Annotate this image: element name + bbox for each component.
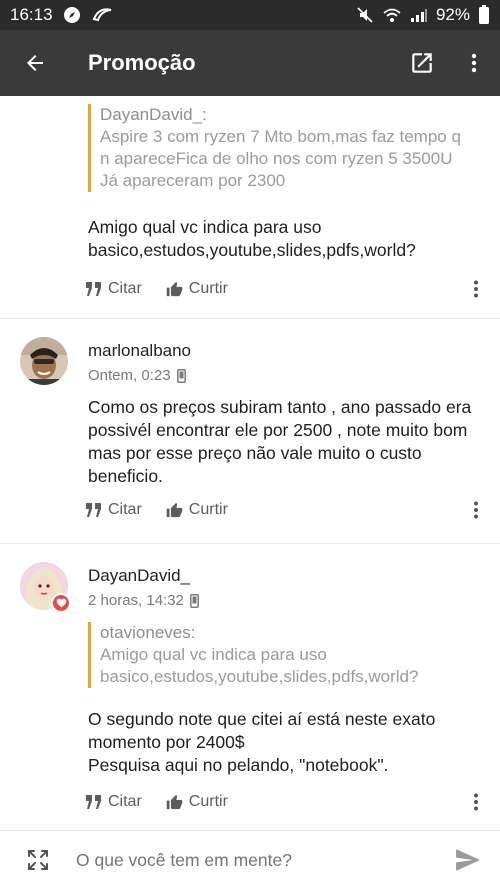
cite-label: Citar	[108, 280, 142, 297]
quote-text: Amigo qual vc indica para uso basico,est…	[100, 645, 419, 686]
signal-icon	[410, 7, 428, 23]
wifi-icon	[382, 7, 402, 23]
quote-text: Aspire 3 com ryzen 7 Mto bom,mas faz tem…	[100, 127, 461, 190]
comment-more-button[interactable]	[466, 790, 486, 814]
expand-icon	[28, 850, 48, 870]
comment-timestamp: 2 horas, 14:32	[88, 592, 184, 609]
comment-composer	[0, 830, 500, 889]
status-bar: 16:13 92%	[0, 0, 500, 30]
cite-button[interactable]: Citar	[86, 793, 142, 811]
heart-badge-icon	[51, 593, 71, 613]
status-time: 16:13	[10, 5, 53, 24]
comment-meta: 2 horas, 14:32	[88, 592, 199, 609]
comment-author[interactable]: marlonalbano	[88, 341, 191, 361]
mobile-phone-icon	[189, 593, 199, 608]
comment-body: O segundo note que citei aí está neste e…	[88, 709, 436, 775]
comment-body: Como os preços subiram tanto , ano passa…	[88, 397, 472, 486]
comment-more-button[interactable]	[466, 277, 486, 301]
like-label: Curtir	[188, 793, 228, 810]
more-vertical-icon	[471, 53, 477, 73]
comment-author[interactable]: DayanDavid_	[88, 566, 190, 586]
thumbs-up-icon	[166, 281, 183, 297]
thumbs-up-icon	[166, 502, 183, 518]
send-icon	[456, 849, 480, 871]
app-bar: Promoção	[0, 30, 500, 96]
more-vertical-icon	[474, 501, 478, 519]
comment-timestamp: Ontem, 0:23	[88, 367, 171, 384]
like-label: Curtir	[188, 501, 228, 518]
notification-app-icon	[91, 7, 113, 23]
cite-button[interactable]: Citar	[86, 280, 142, 298]
comment-body: Amigo qual vc indica para uso basico,est…	[88, 217, 416, 260]
like-label: Curtir	[188, 280, 228, 297]
quote-author: otavioneves:	[100, 623, 196, 642]
open-external-icon	[412, 53, 432, 73]
compass-icon	[63, 6, 81, 24]
like-button[interactable]: Curtir	[166, 501, 228, 519]
overflow-menu-button[interactable]	[448, 30, 500, 96]
mobile-phone-icon	[176, 368, 186, 383]
comments-list[interactable]: DayanDavid_: Aspire 3 com ryzen 7 Mto bo…	[0, 96, 500, 830]
avatar[interactable]	[20, 337, 68, 385]
avatar[interactable]	[20, 562, 71, 613]
send-button[interactable]	[436, 831, 500, 889]
more-vertical-icon	[474, 793, 478, 811]
back-button[interactable]	[0, 30, 70, 96]
comment-actions: Citar Curtir	[86, 277, 486, 301]
battery-percent: 92%	[435, 5, 470, 24]
comment-input[interactable]	[76, 840, 436, 880]
open-external-button[interactable]	[396, 30, 448, 96]
like-button[interactable]: Curtir	[166, 793, 228, 811]
thumbs-up-icon	[166, 794, 183, 810]
mute-icon	[356, 6, 374, 24]
comment-more-button[interactable]	[466, 498, 486, 522]
quote-author: DayanDavid_:	[100, 105, 207, 124]
quoted-comment: otavioneves: Amigo qual vc indica para u…	[88, 622, 468, 688]
expand-composer-button[interactable]	[0, 831, 76, 889]
quote-icon	[86, 503, 101, 517]
quoted-comment: DayanDavid_: Aspire 3 com ryzen 7 Mto bo…	[88, 104, 468, 192]
comment-meta: Ontem, 0:23	[88, 367, 186, 384]
cite-button[interactable]: Citar	[86, 501, 142, 519]
like-button[interactable]: Curtir	[166, 280, 228, 298]
divider	[0, 318, 500, 319]
comment-actions: Citar Curtir	[86, 498, 486, 522]
quote-icon	[86, 795, 101, 809]
battery-icon	[478, 5, 490, 25]
cite-label: Citar	[108, 793, 142, 810]
quote-icon	[86, 282, 101, 296]
cite-label: Citar	[108, 501, 142, 518]
more-vertical-icon	[474, 280, 478, 298]
page-title: Promoção	[88, 50, 196, 75]
arrow-left-icon	[27, 55, 43, 71]
comment-actions: Citar Curtir	[86, 790, 486, 814]
divider	[0, 543, 500, 544]
